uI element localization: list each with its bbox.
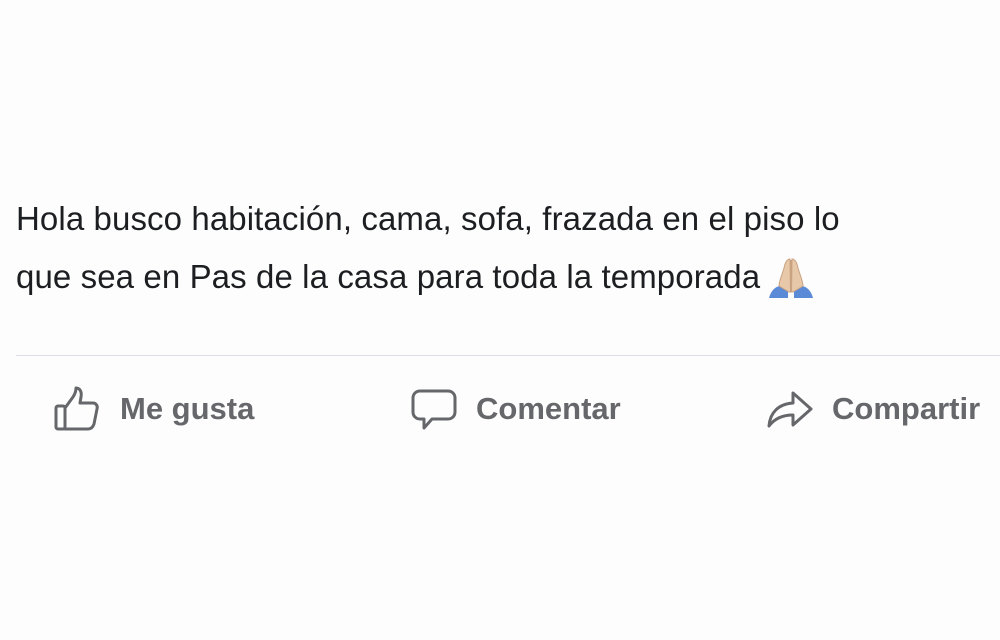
post-text-line-2-text: que sea en Pas de la casa para toda la t… <box>16 258 761 295</box>
divider <box>16 355 1000 356</box>
folded-hands-icon <box>766 256 816 300</box>
like-label: Me gusta <box>120 391 255 426</box>
post-text-line-1: Hola busco habitación, cama, sofa, fraza… <box>16 200 840 237</box>
comment-bubble-icon <box>410 385 458 433</box>
share-button[interactable]: Compartir <box>766 380 998 438</box>
thumbs-up-icon <box>52 384 102 434</box>
comment-label: Comentar <box>476 391 621 426</box>
comment-button[interactable]: Comentar <box>410 380 621 438</box>
post-card: Hola busco habitación, cama, sofa, fraza… <box>0 0 1000 640</box>
share-label: Compartir <box>832 391 981 426</box>
post-text-line-2: que sea en Pas de la casa para toda la t… <box>16 248 991 306</box>
post-text: Hola busco habitación, cama, sofa, fraza… <box>16 190 991 306</box>
like-button[interactable]: Me gusta <box>52 380 254 438</box>
share-arrow-icon <box>766 385 814 433</box>
